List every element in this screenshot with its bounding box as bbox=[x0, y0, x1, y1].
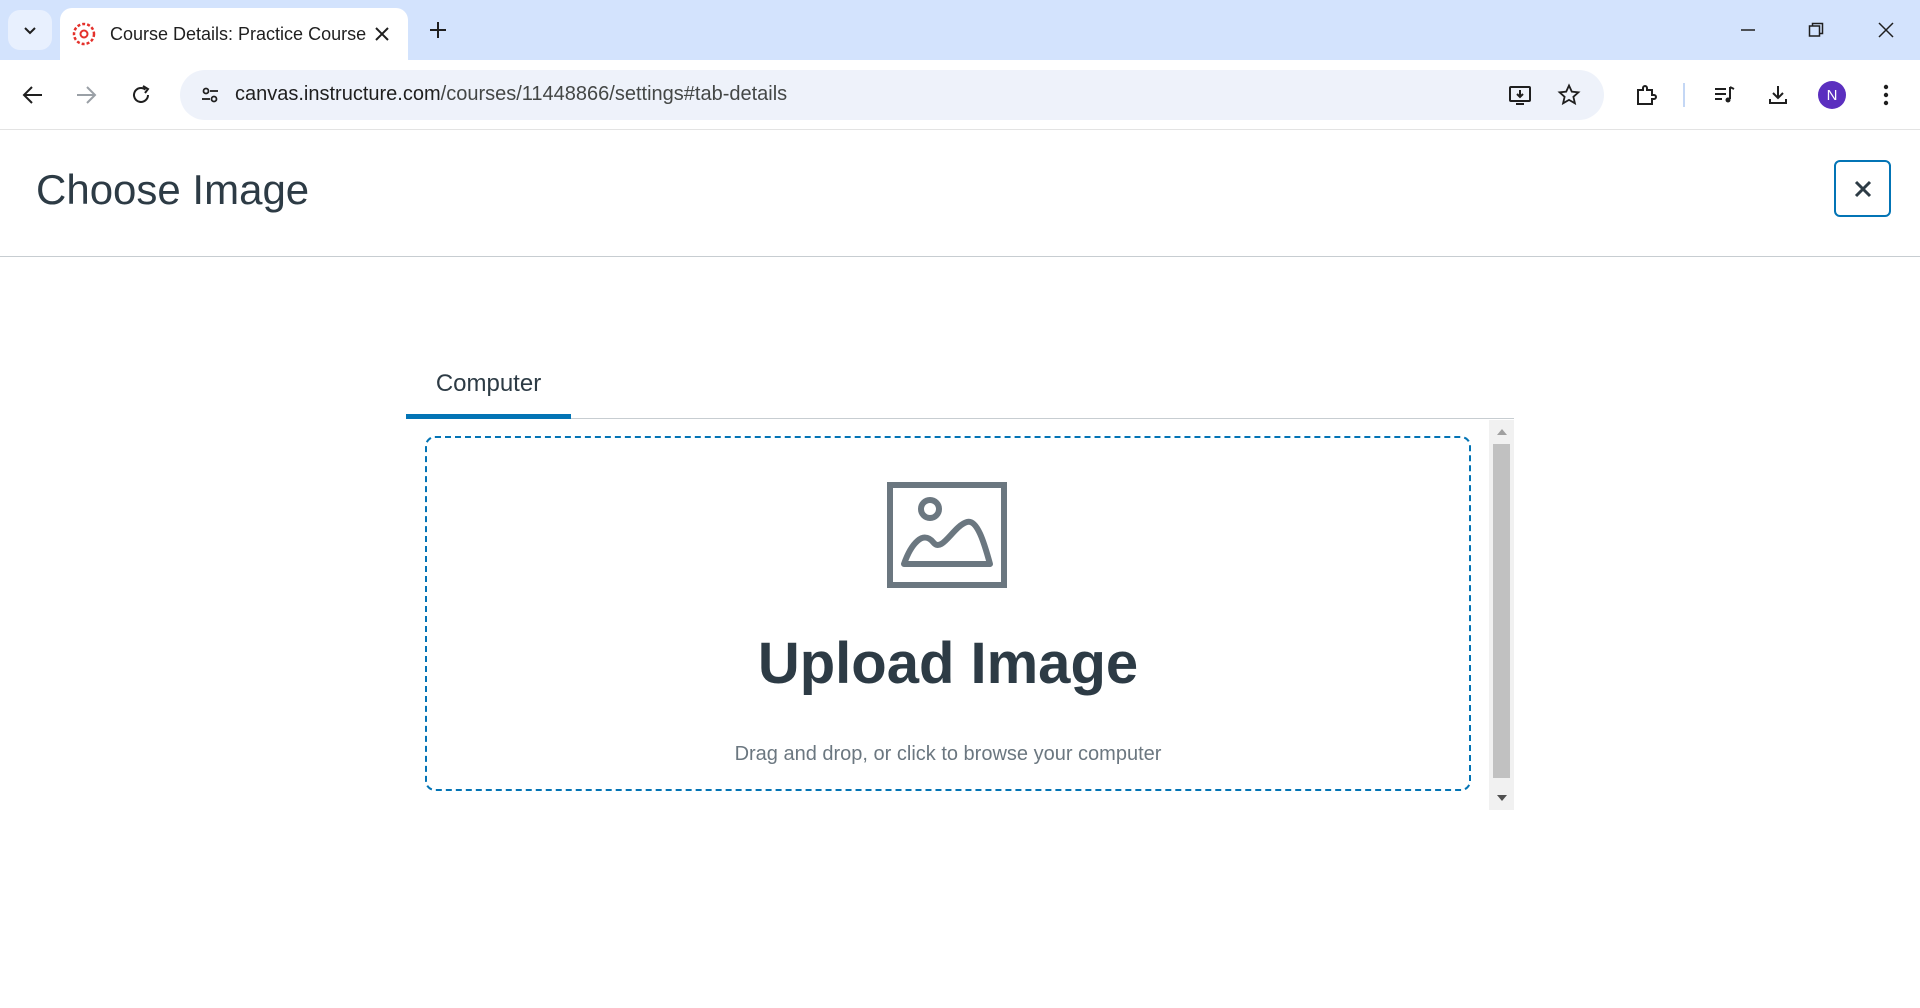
address-bar[interactable]: canvas.instructure.com/courses/11448866/… bbox=[180, 70, 1604, 120]
toolbar-separator bbox=[1683, 83, 1685, 107]
minimize-icon[interactable] bbox=[1714, 0, 1782, 60]
tab-title: Course Details: Practice Course bbox=[110, 23, 367, 44]
bookmark-star-icon[interactable] bbox=[1553, 79, 1585, 111]
download-icon[interactable] bbox=[1758, 75, 1798, 115]
image-source-tabs: Computer bbox=[406, 354, 1514, 419]
tab-search-button[interactable] bbox=[8, 10, 52, 50]
scrollbar-thumb[interactable] bbox=[1493, 444, 1510, 778]
install-app-icon[interactable] bbox=[1504, 79, 1536, 111]
url-path: /courses/11448866/settings#tab-details bbox=[440, 83, 788, 105]
site-info-icon[interactable] bbox=[194, 79, 226, 111]
forward-icon[interactable] bbox=[66, 75, 106, 115]
extensions-icon[interactable] bbox=[1626, 75, 1666, 115]
image-icon bbox=[887, 482, 1007, 588]
close-icon bbox=[1854, 180, 1871, 197]
panel-scrollbar[interactable] bbox=[1489, 420, 1514, 810]
kebab-menu-icon[interactable] bbox=[1866, 75, 1906, 115]
close-button[interactable] bbox=[1834, 160, 1891, 217]
browser-tab[interactable]: Course Details: Practice Course bbox=[60, 8, 408, 60]
upload-title: Upload Image bbox=[757, 631, 1139, 696]
new-tab-icon[interactable] bbox=[420, 12, 456, 48]
chevron-down-icon bbox=[24, 27, 36, 35]
url-host: canvas.instructure.com bbox=[235, 83, 441, 105]
tab-computer[interactable]: Computer bbox=[406, 354, 571, 419]
modal-header: Choose Image bbox=[0, 130, 1920, 257]
profile-avatar[interactable]: N bbox=[1818, 81, 1846, 109]
upload-subtitle: Drag and drop, or click to browse your c… bbox=[734, 743, 1162, 765]
tab-close-icon[interactable] bbox=[368, 20, 396, 48]
upload-panel: Upload Image Drag and drop, or click to … bbox=[406, 420, 1514, 810]
restore-icon[interactable] bbox=[1782, 0, 1850, 60]
page-title: Choose Image bbox=[36, 166, 310, 213]
scroll-up-arrow-icon[interactable] bbox=[1489, 420, 1514, 444]
browser-toolbar: canvas.instructure.com/courses/11448866/… bbox=[0, 60, 1920, 130]
back-icon[interactable] bbox=[13, 75, 53, 115]
window-close-icon[interactable] bbox=[1852, 0, 1920, 60]
scroll-down-arrow-icon[interactable] bbox=[1489, 786, 1514, 810]
browser-tab-strip: Course Details: Practice Course bbox=[0, 0, 1920, 60]
canvas-logo-icon bbox=[72, 22, 96, 46]
upload-dropzone[interactable]: Upload Image Drag and drop, or click to … bbox=[425, 436, 1471, 791]
media-controls-icon[interactable] bbox=[1704, 75, 1744, 115]
url-text: canvas.instructure.com/courses/11448866/… bbox=[235, 83, 787, 106]
reload-icon[interactable] bbox=[121, 75, 161, 115]
